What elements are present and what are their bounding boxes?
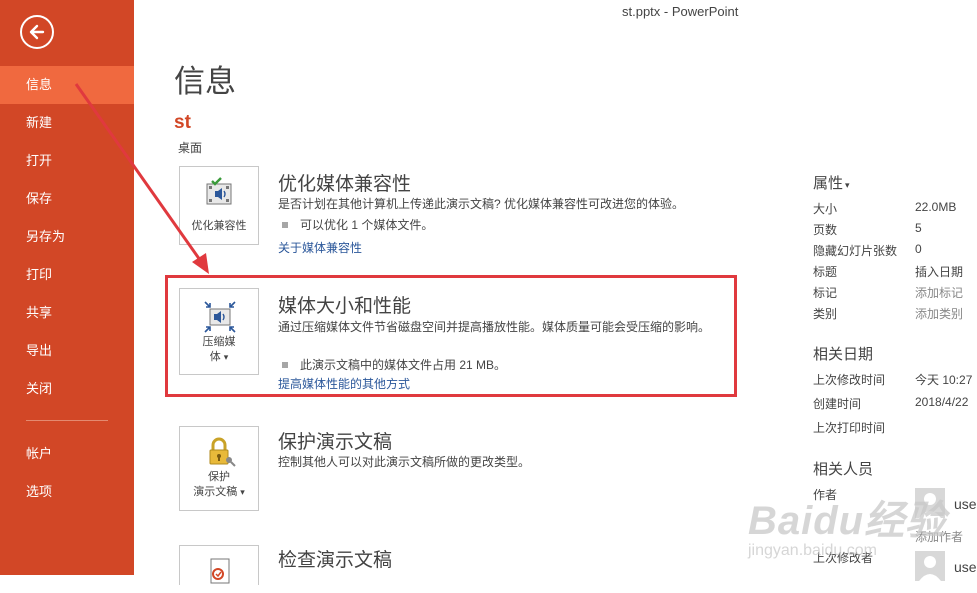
prop-value: 22.0MB <box>915 200 957 214</box>
prop-label: 类别 <box>813 307 838 321</box>
protect-label-line1: 保护 <box>208 471 230 483</box>
protect-description: 控制其他人可以对此演示文稿所做的更改类型。 <box>278 455 531 469</box>
prop-label: 上次修改时间 <box>813 373 886 387</box>
add-categories-field[interactable]: 添加类别 <box>915 305 963 322</box>
inspect-presentation-button[interactable] <box>179 545 259 585</box>
prop-label: 创建时间 <box>813 397 862 411</box>
prop-label: 页数 <box>813 223 838 237</box>
properties-panel: 属性 ▾ 大小 22.0MB 页数 5 隐藏幻灯片张数 0 标题 插入日期 标记 … <box>813 172 977 581</box>
protect-presentation-button[interactable]: 保护 演示文稿 ▾ <box>179 426 259 511</box>
prop-label: 标记 <box>813 286 838 300</box>
prop-label: 标题 <box>813 265 838 279</box>
inspect-title: 检查演示文稿 <box>278 550 393 571</box>
protect-title: 保护演示文稿 <box>278 432 393 453</box>
prop-value: 今天 10:27 <box>915 373 973 387</box>
watermark-main: Baidu经验 <box>748 499 947 543</box>
properties-heading[interactable]: 属性 ▾ <box>813 172 977 193</box>
author-name[interactable]: use <box>954 496 977 512</box>
related-dates-heading: 相关日期 <box>813 346 874 363</box>
protect-label-line2: 演示文稿 ▾ <box>193 486 245 498</box>
chevron-down-icon: ▾ <box>240 487 245 497</box>
add-tags-field[interactable]: 添加标记 <box>915 284 963 301</box>
prop-value: 0 <box>915 242 922 256</box>
inspect-document-icon <box>204 556 236 588</box>
lock-key-icon <box>204 436 236 468</box>
baidu-watermark: Baidu经验 jingyan.baidu.com <box>748 488 946 560</box>
related-people-heading: 相关人员 <box>813 461 874 478</box>
prop-label: 大小 <box>813 202 838 216</box>
prop-label: 隐藏幻灯片张数 <box>813 244 898 258</box>
prop-value: 2018/4/22 <box>915 395 969 409</box>
title-value-field[interactable]: 插入日期 <box>915 263 963 280</box>
chevron-down-icon: ▾ <box>845 180 850 190</box>
last-modified-name[interactable]: use <box>954 559 977 575</box>
prop-value: 5 <box>915 221 922 235</box>
prop-label: 上次打印时间 <box>813 421 886 435</box>
